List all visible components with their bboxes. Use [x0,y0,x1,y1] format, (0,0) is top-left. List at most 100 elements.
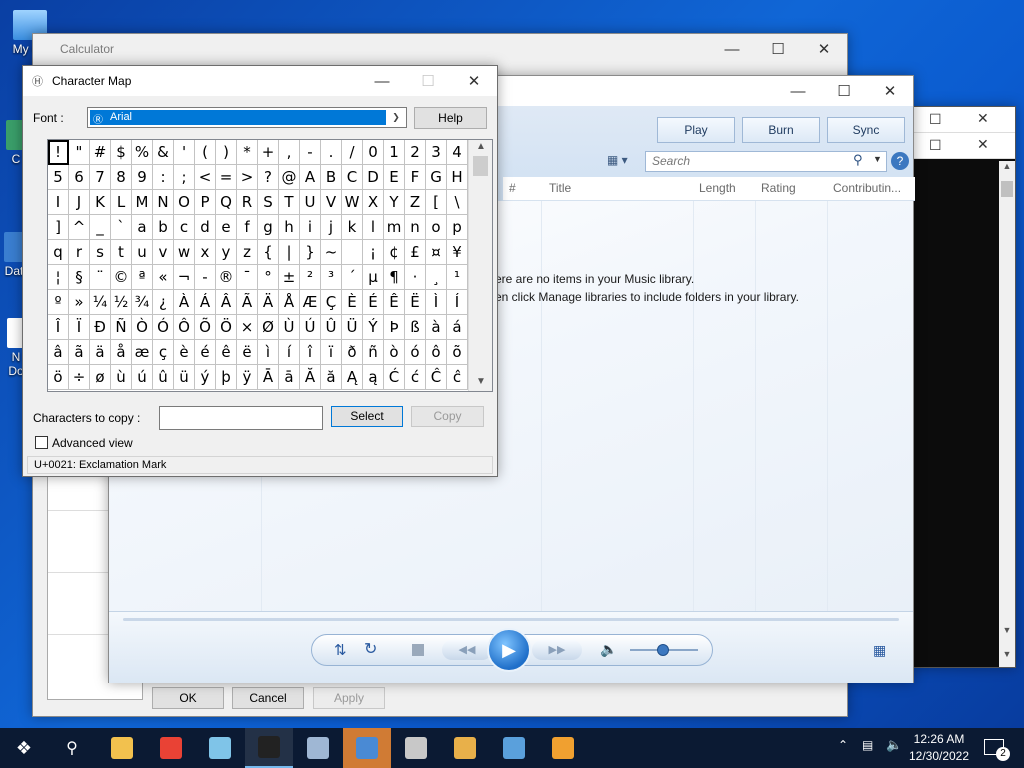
character-cell[interactable]: ¡ [363,240,384,265]
character-cell[interactable] [342,240,363,265]
play-button[interactable]: ▶ [487,628,531,672]
show-hidden-icons-icon[interactable]: ⌃ [838,738,848,752]
character-cell[interactable]: ³ [321,265,342,290]
character-cell[interactable]: g [258,215,279,240]
scroll-thumb[interactable] [473,156,488,176]
console-scrollbar[interactable]: ▲ ▼ ▼ [999,161,1015,667]
character-cell[interactable]: & [153,140,174,165]
character-cell[interactable]: Ý [363,315,384,340]
character-cell[interactable]: P [195,190,216,215]
volume-icon[interactable]: 🔈 [600,641,617,658]
taskbar-app-terminal[interactable] [245,728,293,768]
character-cell[interactable]: h [279,215,300,240]
character-cell[interactable]: Ê [384,290,405,315]
switch-to-now-playing-icon[interactable]: ▦ [873,642,886,659]
clock-date[interactable]: 12/30/2022 [904,749,974,763]
tab-sync[interactable]: Sync [827,117,905,143]
character-cell[interactable]: E [384,165,405,190]
character-cell[interactable]: Ú [300,315,321,340]
scroll-thumb[interactable] [1001,181,1013,197]
clock-time[interactable]: 12:26 AM [904,732,974,746]
taskbar-app-character-map[interactable] [392,728,440,768]
character-cell[interactable]: Ó [153,315,174,340]
character-cell[interactable]: A [300,165,321,190]
scroll-down-icon[interactable]: ▼ [469,376,493,387]
character-cell[interactable]: é [195,340,216,365]
character-cell[interactable]: l [363,215,384,240]
help-icon[interactable]: ? [891,152,909,170]
minimize-button[interactable]: — [709,34,755,64]
character-cell[interactable]: » [69,290,90,315]
character-cell[interactable]: e [216,215,237,240]
character-cell[interactable]: R [237,190,258,215]
taskbar-app-notepad[interactable] [196,728,244,768]
character-cell[interactable]: ð [342,340,363,365]
character-cell[interactable]: È [342,290,363,315]
character-cell[interactable]: ¤ [426,240,447,265]
taskbar-app-control-panel[interactable] [490,728,538,768]
character-cell[interactable]: k [342,215,363,240]
character-cell[interactable]: i [300,215,321,240]
character-cell[interactable]: ® [216,265,237,290]
character-cell[interactable]: 3 [426,140,447,165]
character-cell[interactable]: ! [48,140,69,165]
character-cell[interactable]: Ā [258,365,279,390]
character-cell[interactable]: Æ [300,290,321,315]
character-cell[interactable]: W [342,190,363,215]
character-cell[interactable]: ë [237,340,258,365]
character-cell[interactable]: z [237,240,258,265]
tab-play[interactable]: Play [657,117,735,143]
character-cell[interactable]: Ö [216,315,237,340]
character-cell[interactable]: × [237,315,258,340]
character-cell[interactable]: Á [195,290,216,315]
taskbar-app-media-player[interactable] [539,728,587,768]
character-cell[interactable]: â [48,340,69,365]
column-number[interactable]: # [509,181,516,195]
character-cell[interactable]: ¢ [384,240,405,265]
character-cell[interactable]: ÿ [237,365,258,390]
character-cell[interactable]: õ [447,340,468,365]
close-button[interactable]: ✕ [451,66,497,96]
close-button[interactable]: ✕ [977,136,989,153]
character-cell[interactable]: å [111,340,132,365]
character-cell[interactable]: Í [447,290,468,315]
column-length[interactable]: Length [699,181,736,195]
minimize-button[interactable]: — [775,76,821,106]
character-cell[interactable]: ă [321,365,342,390]
character-cell[interactable]: á [447,315,468,340]
character-cell[interactable]: ĉ [447,365,468,390]
previous-icon[interactable]: ◀◀ [442,640,492,660]
character-cell[interactable]: « [153,265,174,290]
help-button[interactable]: Help [414,107,487,129]
character-cell[interactable]: Ì [426,290,447,315]
character-cell[interactable]: ª [132,265,153,290]
character-cell[interactable]: ą [363,365,384,390]
character-cell[interactable]: 9 [132,165,153,190]
character-cell[interactable]: 0 [363,140,384,165]
character-cell[interactable]: 8 [111,165,132,190]
chevron-down-icon[interactable]: ❯ [388,110,404,125]
character-cell[interactable]: H [447,165,468,190]
start-button[interactable]: ❖ [0,728,48,768]
character-cell[interactable]: { [258,240,279,265]
character-cell[interactable]: - [300,140,321,165]
advanced-view-label[interactable]: Advanced view [52,436,133,450]
character-cell[interactable]: ú [132,365,153,390]
character-cell[interactable]: ¹ [447,265,468,290]
advanced-view-checkbox[interactable] [35,436,48,449]
character-cell[interactable]: Ă [300,365,321,390]
character-cell[interactable]: à [426,315,447,340]
character-cell[interactable]: \ [447,190,468,215]
character-cell[interactable]: ² [300,265,321,290]
character-cell[interactable]: ¿ [153,290,174,315]
character-cell[interactable]: , [279,140,300,165]
character-cell[interactable]: Ć [384,365,405,390]
character-cell[interactable]: Ð [90,315,111,340]
character-cell[interactable]: 6 [69,165,90,190]
character-cell[interactable]: £ [405,240,426,265]
character-cell[interactable]: | [279,240,300,265]
character-cell[interactable]: % [132,140,153,165]
character-cell[interactable]: ´ [342,265,363,290]
character-cell[interactable]: N [153,190,174,215]
character-cell[interactable]: ¼ [90,290,111,315]
